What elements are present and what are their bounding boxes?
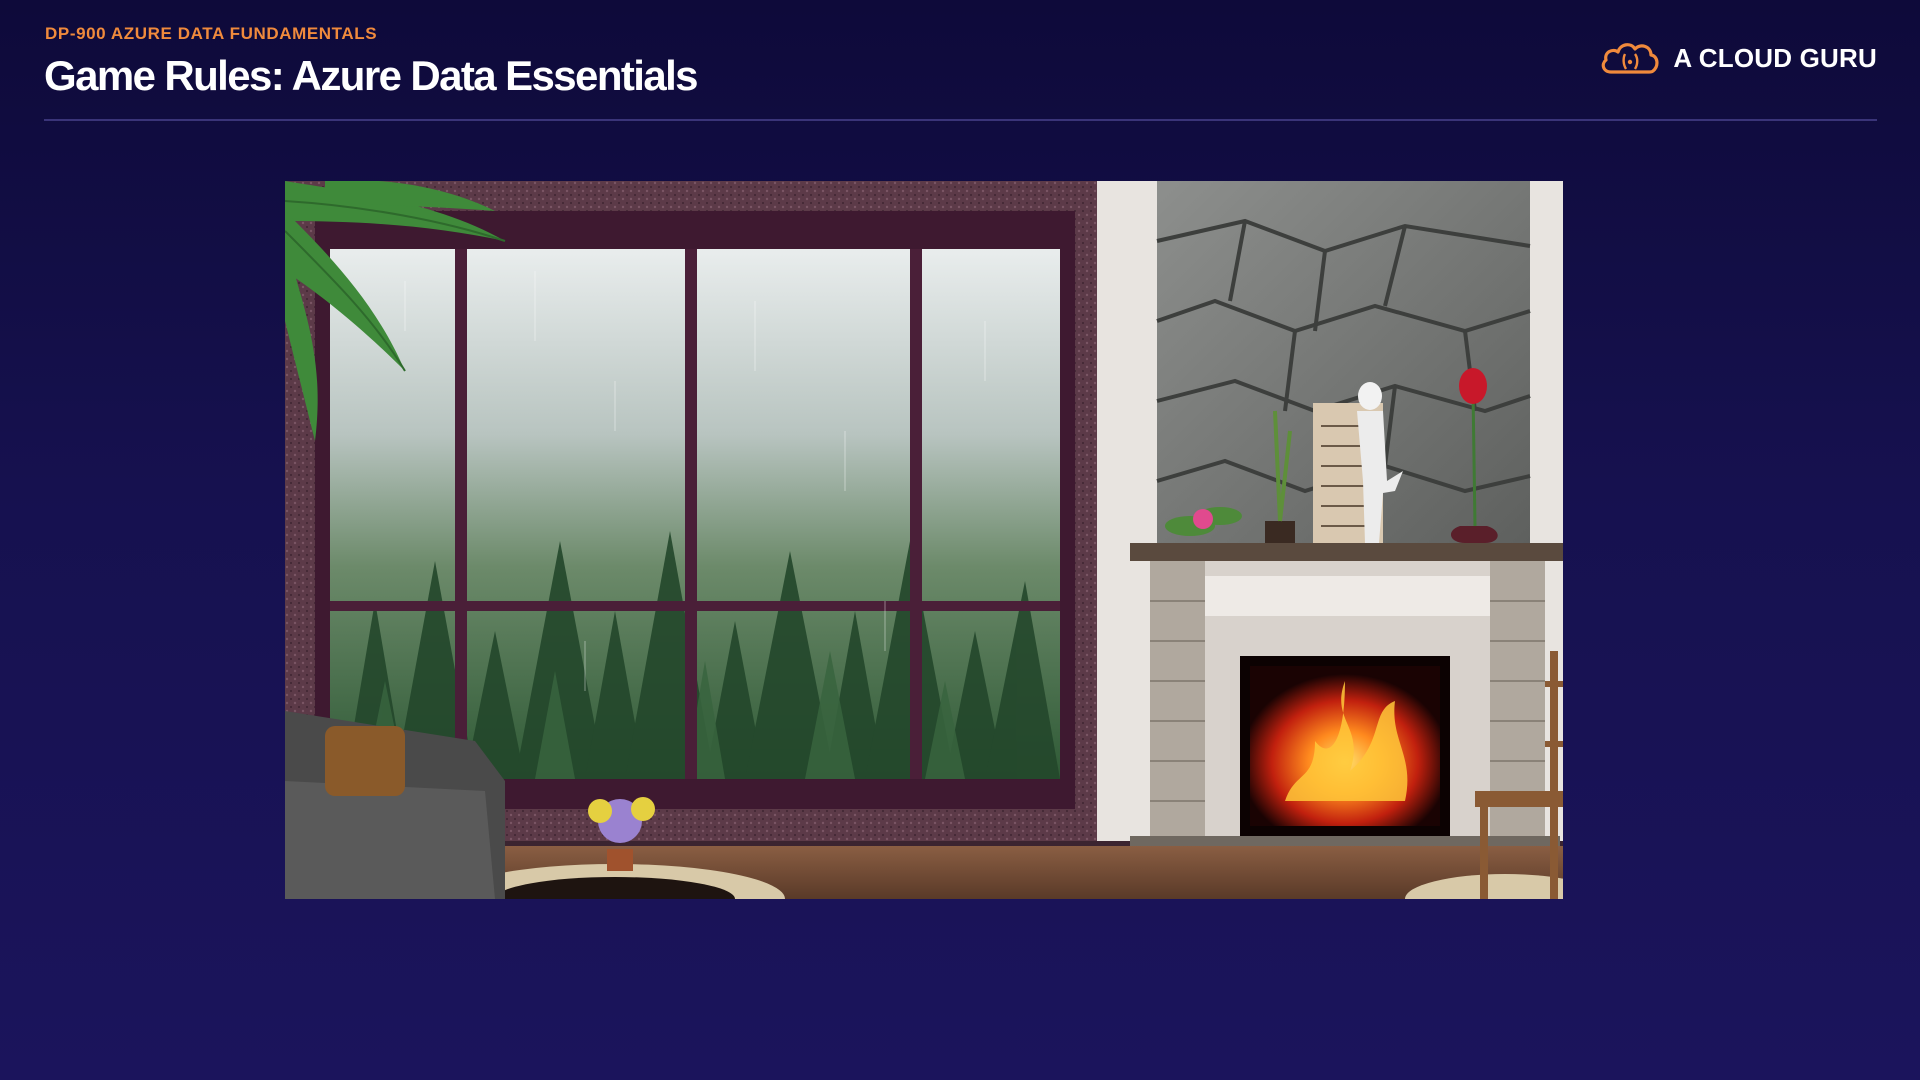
course-eyebrow: DP-900 AZURE DATA FUNDAMENTALS bbox=[45, 24, 378, 43]
slide-title: Game Rules: Azure Data Essentials bbox=[44, 52, 699, 99]
slide: DP-900 AZURE DATA FUNDAMENTALS Game Rule… bbox=[0, 0, 1920, 1080]
header-divider bbox=[44, 119, 1877, 121]
scene-artwork bbox=[285, 181, 1563, 899]
cloud-logo-icon bbox=[1602, 43, 1659, 74]
cozy-room-illustration bbox=[285, 181, 1563, 899]
brand-logo: A CLOUD GURU bbox=[1599, 38, 1877, 78]
brand-name: A CLOUD GURU bbox=[1673, 42, 1877, 73]
